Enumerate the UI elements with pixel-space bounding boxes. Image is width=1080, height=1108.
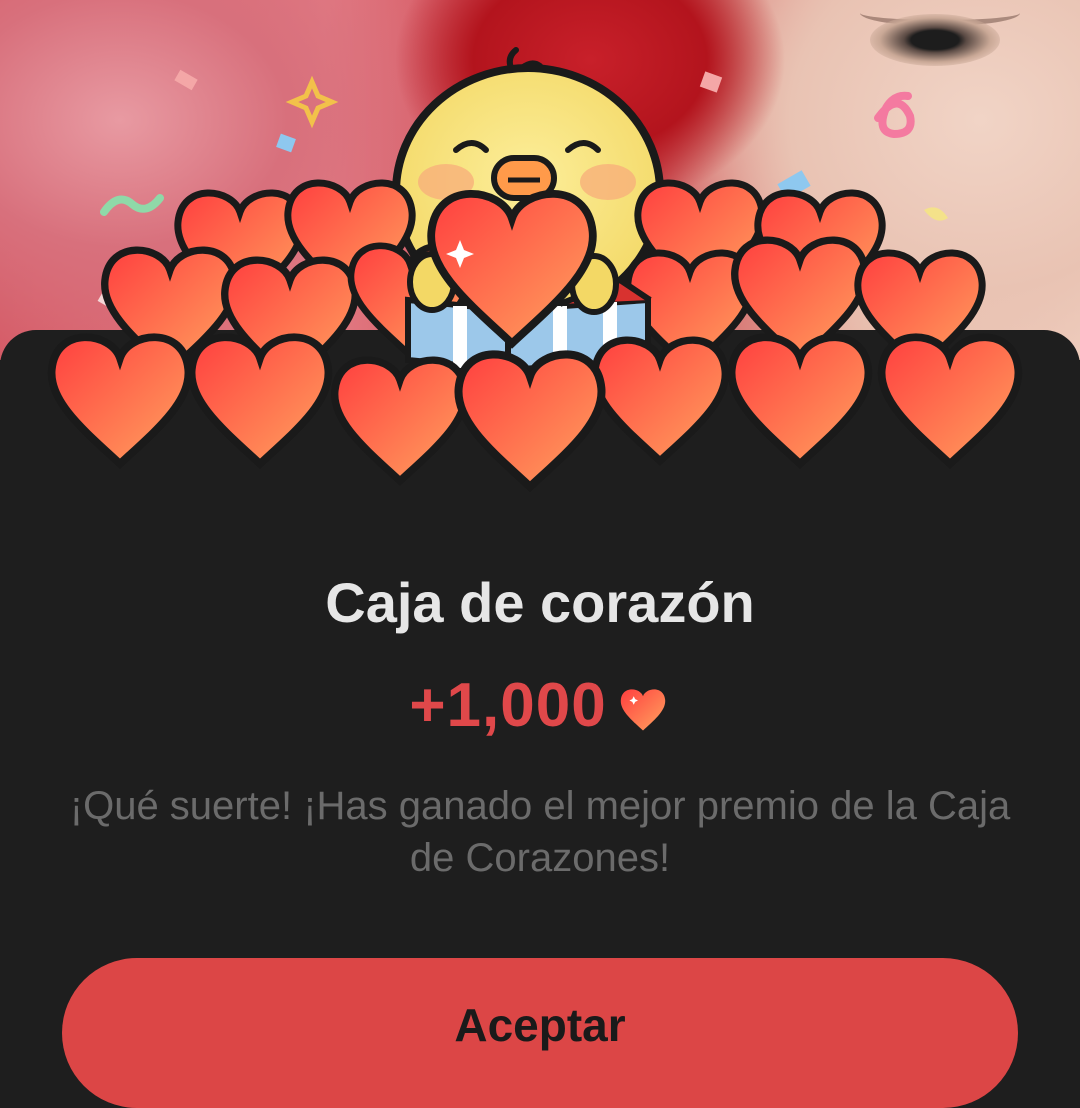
accept-button[interactable]: Aceptar bbox=[62, 958, 1018, 1108]
accept-button-label: Aceptar bbox=[454, 999, 626, 1051]
heart-icon bbox=[620, 688, 665, 730]
reward-amount: +1,000 bbox=[409, 671, 607, 740]
dialog-title: Caja de corazón bbox=[325, 571, 755, 634]
reward-row: +1,000 bbox=[0, 670, 1080, 741]
reward-message: ¡Qué suerte! ¡Has ganado el mejor premio… bbox=[69, 784, 1011, 880]
reward-illustration bbox=[0, 47, 1080, 520]
